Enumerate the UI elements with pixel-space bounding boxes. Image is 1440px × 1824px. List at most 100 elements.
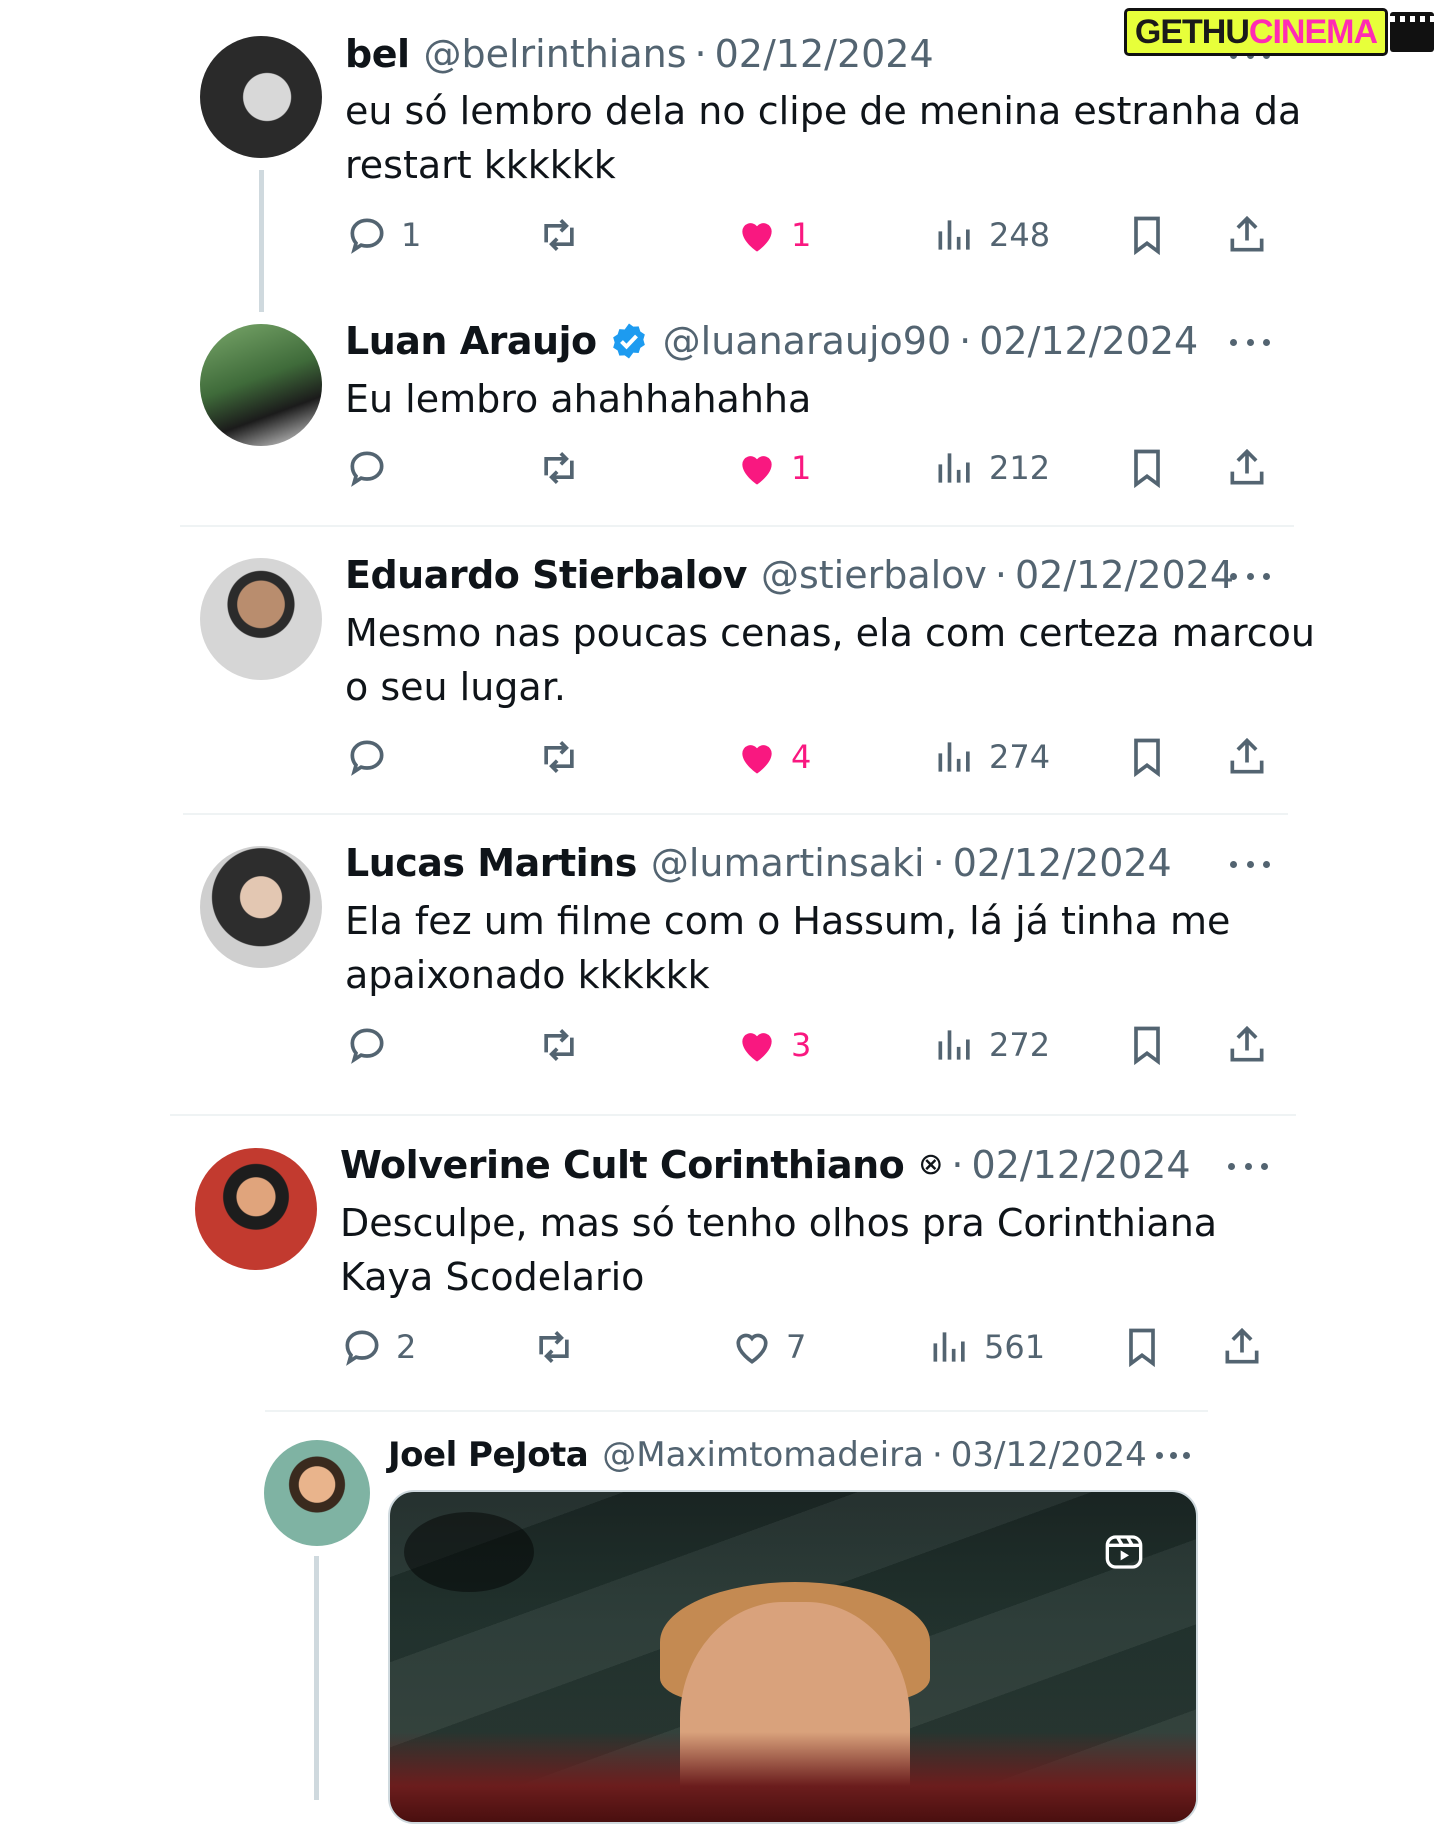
like-button[interactable]: 7 <box>730 1322 806 1372</box>
share-icon <box>1230 1025 1264 1062</box>
tweet-header: Lucas Martins @lumartinsaki · 02/12/2024 <box>345 840 1172 886</box>
film-strip-icon <box>1390 12 1434 52</box>
bookmark-button[interactable] <box>1120 1322 1164 1372</box>
tweet-date[interactable]: 02/12/2024 <box>1015 552 1234 598</box>
like-icon <box>742 456 772 485</box>
more-icon[interactable] <box>1228 1159 1268 1173</box>
views-count: 274 <box>989 738 1051 776</box>
like-button[interactable]: 1 <box>735 443 811 493</box>
divider <box>170 1114 1296 1116</box>
like-button[interactable]: 1 <box>735 210 811 260</box>
reply-button[interactable]: 1 <box>345 210 421 260</box>
views-button[interactable]: 212 <box>933 443 1050 493</box>
reply-icon <box>350 1028 384 1064</box>
views-count: 561 <box>984 1328 1046 1366</box>
tweet-date[interactable]: 02/12/2024 <box>715 31 934 77</box>
tweet-header: Wolverine Cult Corinthiano ⊗ · 02/12/202… <box>340 1142 1191 1188</box>
views-icon <box>938 453 970 483</box>
author-handle[interactable]: @lumartinsaki <box>651 840 925 886</box>
author-name[interactable]: Wolverine Cult Corinthiano <box>340 1142 905 1188</box>
bookmark-icon <box>1134 449 1160 489</box>
views-button[interactable]: 272 <box>933 1020 1050 1070</box>
verified-icon <box>612 323 645 359</box>
reply-button[interactable] <box>345 732 401 782</box>
divider <box>180 525 1294 527</box>
retweet-button[interactable] <box>537 732 581 782</box>
bookmark-icon <box>1129 1328 1155 1368</box>
reply-count: 2 <box>396 1328 417 1366</box>
more-icon[interactable] <box>1230 335 1270 349</box>
tweet-actions: 1 1 248 <box>345 210 1285 260</box>
views-button[interactable]: 561 <box>928 1322 1045 1372</box>
share-icon <box>1230 448 1264 485</box>
separator: · <box>951 1143 964 1187</box>
share-button[interactable] <box>1225 732 1269 782</box>
tweet-text: eu só lembro dela no clipe de menina est… <box>345 89 1302 187</box>
more-icon[interactable] <box>1156 1448 1190 1462</box>
stadium-stands <box>390 1732 1196 1822</box>
more-icon[interactable] <box>1230 857 1270 871</box>
retweet-button[interactable] <box>537 210 581 260</box>
share-button[interactable] <box>1225 210 1269 260</box>
author-handle[interactable]: @stierbalov <box>761 552 987 598</box>
author-name[interactable]: Joel PeJota <box>388 1432 589 1478</box>
separator: · <box>959 319 972 363</box>
league-logo <box>404 1512 534 1592</box>
tweet-date[interactable]: 02/12/2024 <box>979 318 1198 364</box>
views-count: 272 <box>989 1026 1051 1064</box>
tweet-text: Mesmo nas poucas cenas, ela com certeza … <box>345 611 1316 709</box>
bookmark-button[interactable] <box>1125 443 1169 493</box>
bookmark-icon <box>1134 1026 1160 1066</box>
avatar[interactable] <box>200 36 322 158</box>
watermark-part1: GETHU <box>1134 13 1250 51</box>
reply-icon <box>350 451 384 487</box>
share-button[interactable] <box>1225 1020 1269 1070</box>
bookmark-button[interactable] <box>1125 1020 1169 1070</box>
retweet-button[interactable] <box>532 1322 576 1372</box>
views-button[interactable]: 248 <box>933 210 1050 260</box>
tweet-date[interactable]: 03/12/2024 <box>951 1432 1147 1478</box>
divider <box>265 1410 1208 1412</box>
reply-button[interactable] <box>345 443 401 493</box>
avatar[interactable] <box>200 324 322 446</box>
like-count: 1 <box>791 216 812 254</box>
reply-button[interactable] <box>345 1020 401 1070</box>
like-count: 4 <box>791 738 812 776</box>
views-button[interactable]: 274 <box>933 732 1050 782</box>
watermark-logo: GETHUCINEMA <box>1123 6 1434 58</box>
like-count: 3 <box>791 1026 812 1064</box>
avatar[interactable] <box>200 846 322 968</box>
author-name[interactable]: Eduardo Stierbalov <box>345 552 747 598</box>
author-handle[interactable]: @Maximtomadeira <box>602 1432 924 1478</box>
tweet-date[interactable]: 02/12/2024 <box>972 1142 1191 1188</box>
author-name[interactable]: Lucas Martins <box>345 840 637 886</box>
author-name[interactable]: Luan Araujo <box>345 318 597 364</box>
bookmark-button[interactable] <box>1125 732 1169 782</box>
views-count: 212 <box>989 449 1051 487</box>
avatar[interactable] <box>200 558 322 680</box>
author-handle[interactable]: @luanaraujo90 <box>663 318 951 364</box>
reply-icon <box>345 1330 379 1366</box>
avatar[interactable] <box>264 1440 370 1546</box>
tweet-actions: 2 7 561 <box>340 1322 1280 1372</box>
like-button[interactable]: 4 <box>735 732 811 782</box>
like-button[interactable]: 3 <box>735 1020 811 1070</box>
tweet-video[interactable] <box>388 1490 1198 1824</box>
reel-icon <box>1105 1535 1143 1569</box>
author-name[interactable]: bel <box>345 31 410 77</box>
views-icon <box>933 1332 965 1362</box>
share-button[interactable] <box>1225 443 1269 493</box>
bookmark-button[interactable] <box>1125 210 1169 260</box>
tweet-text: Eu lembro ahahhahahha <box>345 377 812 421</box>
share-button[interactable] <box>1220 1322 1264 1372</box>
author-handle[interactable]: @belrinthians <box>424 31 687 77</box>
retweet-button[interactable] <box>537 443 581 493</box>
more-icon[interactable] <box>1230 569 1270 583</box>
like-icon <box>742 745 772 774</box>
reply-button[interactable]: 2 <box>340 1322 416 1372</box>
retweet-icon <box>544 741 574 773</box>
retweet-button[interactable] <box>537 1020 581 1070</box>
tweet-date[interactable]: 02/12/2024 <box>953 840 1172 886</box>
avatar[interactable] <box>195 1148 317 1270</box>
tweet-header: bel @belrinthians · 02/12/2024 <box>345 31 934 77</box>
